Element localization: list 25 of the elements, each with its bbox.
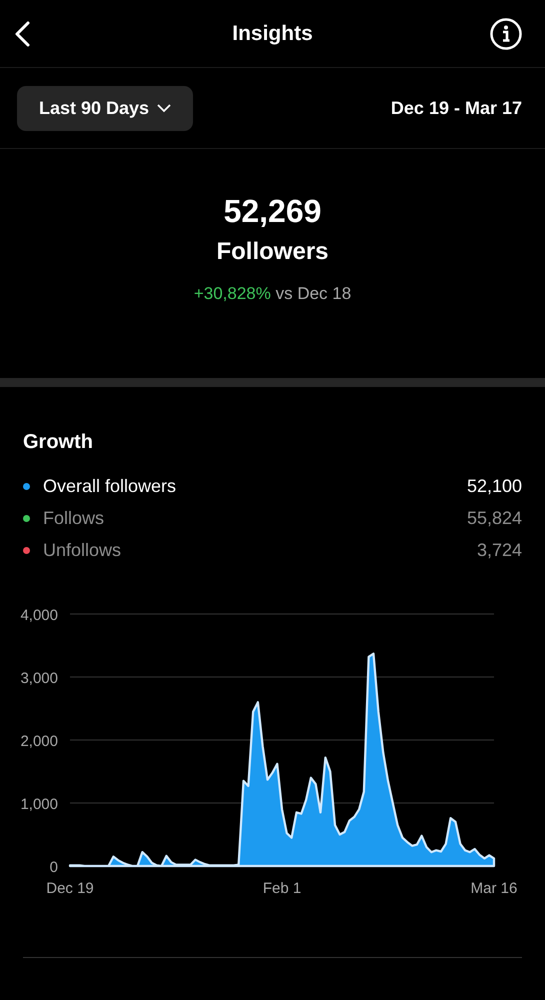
legend-value: 55,824 <box>466 508 522 528</box>
legend-label[interactable]: Overall followers <box>43 476 467 496</box>
legend-label[interactable]: Follows <box>43 508 467 528</box>
legend-value: 3,724 <box>476 540 522 560</box>
axis-label: 0 <box>50 859 58 876</box>
followers-label: Followers <box>216 238 329 266</box>
axis-label: 2,000 <box>20 733 58 750</box>
follower-count: 52,269 <box>224 193 322 230</box>
legend-value: 52,100 <box>466 476 522 496</box>
axis-label: 3,000 <box>20 670 58 687</box>
date-range-dropdown[interactable]: Last 90 Days <box>17 86 194 130</box>
axis-label: Mar 16 <box>470 880 518 897</box>
date-range: Dec 19 - Mar 17 <box>390 98 522 118</box>
axis-label: Dec 19 <box>46 880 94 897</box>
section-title: Growth <box>23 431 94 454</box>
comparison-text: vs Dec 18 <box>276 284 352 303</box>
back-icon[interactable] <box>14 20 30 46</box>
screen-title: Insights <box>232 22 313 46</box>
change-percent: +30,828% <box>194 284 271 303</box>
chevron-down-icon <box>157 104 172 112</box>
axis-label: Feb 1 <box>262 880 302 897</box>
info-icon[interactable] <box>490 18 522 50</box>
axis-label: 4,000 <box>20 607 58 624</box>
legend-label[interactable]: Unfollows <box>43 540 477 560</box>
axis-label: 1,000 <box>20 796 58 813</box>
